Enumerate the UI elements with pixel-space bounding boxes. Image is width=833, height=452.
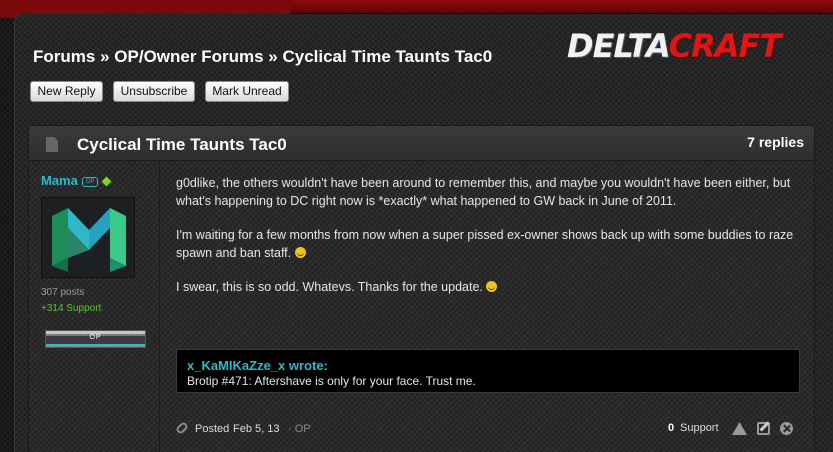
post-paragraph: I swear, this is so odd. Whatevs. Thanks… [176, 278, 806, 296]
post: Mama OP 307 posts +314 Support OP g0dlik… [28, 161, 815, 452]
logo-part-delta: DELTA [567, 27, 670, 65]
link-icon[interactable] [174, 420, 190, 436]
post-author-column: Mama OP 307 posts +314 Support OP [29, 161, 160, 452]
reply-count: 7 replies [747, 134, 804, 150]
post-paragraph: g0dlike, the others wouldn't have been a… [176, 176, 791, 208]
author-post-count: 307 posts [41, 287, 85, 298]
post-paragraph-text: I swear, this is so odd. Whatevs. Thanks… [176, 280, 483, 294]
breadcrumb-forums[interactable]: Forums [33, 47, 95, 66]
post-paragraph-text: I'm waiting for a few months from now wh… [176, 228, 794, 260]
breadcrumb: Forums » OP/Owner Forums » Cyclical Time… [33, 47, 492, 67]
avatar-m-logo [52, 208, 126, 272]
online-icon [101, 176, 112, 187]
quote-block: x_KaMIKaZze_x wrote: Brotip #471: Afters… [176, 349, 800, 393]
logo-part-craft: CRAFT [668, 27, 782, 65]
mark-unread-button[interactable]: Mark Unread [205, 81, 289, 102]
author-name[interactable]: Mama [41, 173, 78, 188]
edit-icon[interactable] [757, 422, 770, 435]
op-badge: OP [82, 177, 98, 187]
post-paragraph: I'm waiting for a few months from now wh… [176, 226, 806, 262]
avatar[interactable] [41, 197, 135, 278]
smiley-icon [294, 247, 306, 258]
post-body: g0dlike, the others wouldn't have been a… [176, 174, 806, 312]
new-reply-button[interactable]: New Reply [30, 81, 103, 102]
quote-text: Brotip #471: Aftershave is only for your… [187, 374, 476, 388]
author-support-count: +314 Support [41, 303, 102, 314]
quote-author[interactable]: x_KaMIKaZze_x wrote: [187, 358, 328, 373]
breadcrumb-thread[interactable]: Cyclical Time Taunts Tac0 [282, 47, 492, 66]
delete-icon[interactable] [780, 422, 793, 435]
smiley-icon [486, 281, 498, 292]
support-value: 0 [668, 422, 675, 434]
breadcrumb-separator: » [268, 47, 278, 66]
post-footer: Posted Feb 5, 13 · OP 0 Support [174, 420, 806, 441]
thread-header: Cyclical Time Taunts Tac0 7 replies [28, 125, 815, 161]
breadcrumb-separator: » [100, 47, 110, 66]
posted-date[interactable]: Feb 5, 13 [233, 423, 279, 435]
support-button[interactable]: Support [680, 422, 719, 434]
rank-bar-label: OP [89, 334, 102, 341]
rank-bar: OP [45, 330, 146, 348]
unsubscribe-button[interactable]: Unsubscribe [113, 81, 195, 102]
breadcrumb-section[interactable]: OP/Owner Forums [114, 47, 263, 66]
site-logo[interactable]: DELTACRAFT [567, 27, 782, 65]
posted-label: Posted [195, 423, 230, 435]
report-icon[interactable] [732, 422, 747, 435]
doc-icon [46, 137, 58, 152]
op-tag: · OP [288, 423, 311, 435]
thread-title: Cyclical Time Taunts Tac0 [77, 135, 287, 154]
